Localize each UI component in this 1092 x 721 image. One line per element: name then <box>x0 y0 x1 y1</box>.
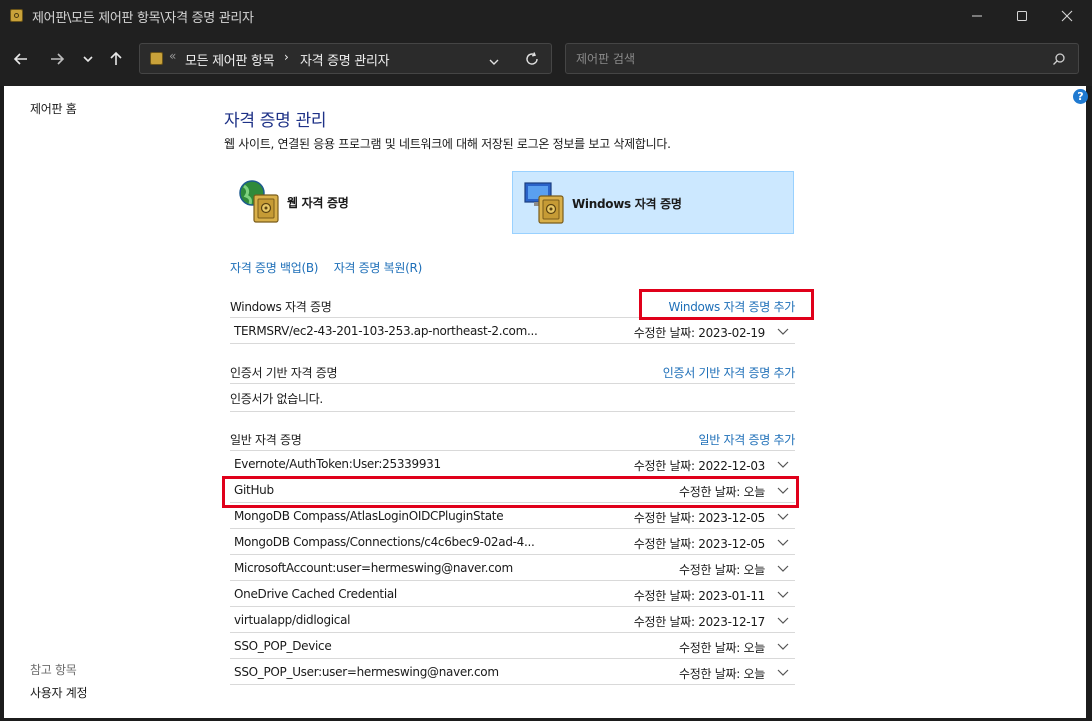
expand-chevron-icon[interactable] <box>777 538 789 548</box>
credential-modified-date: 수정한 날짜: 2023-12-05 <box>633 537 766 551</box>
credential-name: SSO_POP_User:user=hermeswing@naver.com <box>234 665 499 679</box>
add-generic-credential-link[interactable]: 일반 자격 증명 추가 <box>699 431 796 448</box>
section-divider <box>230 411 795 412</box>
minimize-icon <box>972 15 982 17</box>
user-accounts-link[interactable]: 사용자 계정 <box>30 684 88 701</box>
refresh-button[interactable] <box>524 51 540 71</box>
backup-credentials-link[interactable]: 자격 증명 백업(B) <box>230 261 318 275</box>
page-description: 웹 사이트, 연결된 응용 프로그램 및 네트워크에 대해 저장된 로그온 정보… <box>224 137 671 151</box>
credential-name: MongoDB Compass/Connections/c4c6bec9-02a… <box>234 535 535 549</box>
expand-chevron-icon[interactable] <box>777 512 789 522</box>
minimize-button[interactable] <box>954 0 1000 32</box>
address-bar[interactable]: « 모든 제어판 항목 › 자격 증명 관리자 <box>139 43 552 74</box>
backup-restore-links: 자격 증명 백업(B) 자격 증명 복원(R) <box>230 259 434 276</box>
chevron-down-icon <box>489 59 499 65</box>
maximize-icon <box>1017 11 1027 21</box>
close-button[interactable] <box>1044 0 1090 32</box>
credential-row[interactable]: SSO_POP_User:user=hermeswing@naver.com 수정… <box>230 659 795 685</box>
credential-name: MicrosoftAccount:user=hermeswing@naver.c… <box>234 561 513 575</box>
row-divider <box>230 343 795 344</box>
maximize-button[interactable] <box>999 0 1045 32</box>
back-arrow-icon <box>13 53 27 65</box>
highlight-box-add-windows-credential <box>639 289 814 320</box>
credential-row[interactable]: SSO_POP_Device 수정한 날짜: 오늘 <box>230 633 795 659</box>
up-arrow-icon <box>110 51 122 65</box>
search-box[interactable] <box>565 43 1079 74</box>
control-panel-icon <box>150 52 163 65</box>
credential-modified-date: 수정한 날짜: 2023-02-19 <box>633 326 766 340</box>
title-bar: 제어판\모든 제어판 항목\자격 증명 관리자 <box>0 0 1092 32</box>
search-icon[interactable] <box>1052 51 1066 70</box>
credential-row[interactable]: OneDrive Cached Credential 수정한 날짜: 2023-0… <box>230 581 795 607</box>
restore-credentials-link[interactable]: 자격 증명 복원(R) <box>334 261 423 275</box>
credential-modified-date: 수정한 날짜: 2023-12-17 <box>633 615 766 629</box>
windows-credentials-label: Windows 자격 증명 <box>572 197 682 211</box>
control-panel-icon <box>10 9 23 22</box>
breadcrumb-all-items[interactable]: 모든 제어판 항목 <box>185 50 275 69</box>
generic-credentials-section-title: 일반 자격 증명 <box>230 433 302 447</box>
credential-modified-date: 수정한 날짜: 오늘 <box>679 563 765 577</box>
forward-button[interactable] <box>44 46 70 72</box>
refresh-icon <box>526 52 538 65</box>
see-also-heading: 참고 항목 <box>30 663 77 677</box>
add-certificate-credential-link[interactable]: 인증서 기반 자격 증명 추가 <box>663 364 796 381</box>
web-credentials-label: 웹 자격 증명 <box>287 196 349 210</box>
left-navigation: 제어판 홈 참고 항목 사용자 계정 <box>4 86 204 718</box>
page-title: 자격 증명 관리 <box>224 111 327 131</box>
forward-arrow-icon <box>51 53 65 65</box>
recent-locations-button[interactable] <box>75 46 101 72</box>
breadcrumb-separator[interactable]: › <box>284 50 289 64</box>
up-button[interactable] <box>103 46 129 72</box>
address-overflow[interactable]: « <box>169 49 176 63</box>
expand-chevron-icon[interactable] <box>777 564 789 574</box>
search-input[interactable] <box>574 49 1048 69</box>
breadcrumb-current[interactable]: 자격 증명 관리자 <box>300 50 390 69</box>
credential-name: Evernote/AuthToken:User:25339931 <box>234 457 441 471</box>
navigation-bar: « 모든 제어판 항목 › 자격 증명 관리자 <box>0 32 1092 86</box>
credential-modified-date: 수정한 날짜: 오늘 <box>679 641 765 655</box>
credential-row[interactable]: MongoDB Compass/Connections/c4c6bec9-02a… <box>230 529 795 555</box>
web-credentials-icon <box>239 180 279 223</box>
content-area: 제어판 홈 참고 항목 사용자 계정 ? 자격 증명 관리 웹 사이트, 연결된… <box>4 86 1088 718</box>
credential-modified-date: 수정한 날짜: 2022-12-03 <box>633 459 766 473</box>
windows-credentials-tile[interactable]: Windows 자격 증명 <box>512 171 794 234</box>
window-title: 제어판\모든 제어판 항목\자격 증명 관리자 <box>32 11 254 26</box>
credential-name: MongoDB Compass/AtlasLoginOIDCPluginStat… <box>234 509 504 523</box>
row-divider <box>230 684 795 685</box>
credential-name: SSO_POP_Device <box>234 639 332 653</box>
windows-credentials-icon <box>524 182 564 224</box>
section-divider <box>230 383 795 384</box>
credential-modified-date: 수정한 날짜: 2023-01-11 <box>633 589 766 603</box>
expand-chevron-icon[interactable] <box>777 616 789 626</box>
credential-name: TERMSRV/ec2-43-201-103-253.ap-northeast-… <box>234 324 538 338</box>
expand-chevron-icon[interactable] <box>777 590 789 600</box>
control-panel-home-link[interactable]: 제어판 홈 <box>30 100 77 117</box>
credential-row[interactable]: TERMSRV/ec2-43-201-103-253.ap-northeast-… <box>230 318 795 344</box>
credential-modified-date: 수정한 날짜: 2023-12-05 <box>633 511 766 525</box>
chevron-down-icon <box>83 56 93 63</box>
expand-chevron-icon[interactable] <box>777 642 789 652</box>
certificate-credentials-section-title: 인증서 기반 자격 증명 <box>230 366 338 380</box>
credential-row[interactable]: virtualapp/didlogical 수정한 날짜: 2023-12-17 <box>230 607 795 633</box>
expand-chevron-icon[interactable] <box>777 327 789 337</box>
credential-row[interactable]: Evernote/AuthToken:User:25339931 수정한 날짜: … <box>230 451 795 477</box>
back-button[interactable] <box>8 46 34 72</box>
credential-name: OneDrive Cached Credential <box>234 587 397 601</box>
highlight-box-github <box>222 476 799 508</box>
credential-row[interactable]: MicrosoftAccount:user=hermeswing@naver.c… <box>230 555 795 581</box>
web-credentials-tile[interactable]: 웹 자격 증명 <box>228 171 493 234</box>
address-dropdown-button[interactable] <box>488 53 500 72</box>
credential-modified-date: 수정한 날짜: 오늘 <box>679 667 765 681</box>
expand-chevron-icon[interactable] <box>777 668 789 678</box>
credential-name: virtualapp/didlogical <box>234 613 351 627</box>
help-icon[interactable]: ? <box>1073 89 1088 104</box>
no-certificates-message: 인증서가 없습니다. <box>230 392 323 406</box>
expand-chevron-icon[interactable] <box>777 460 789 470</box>
windows-credentials-section-title: Windows 자격 증명 <box>230 300 332 314</box>
close-icon <box>1061 10 1073 22</box>
